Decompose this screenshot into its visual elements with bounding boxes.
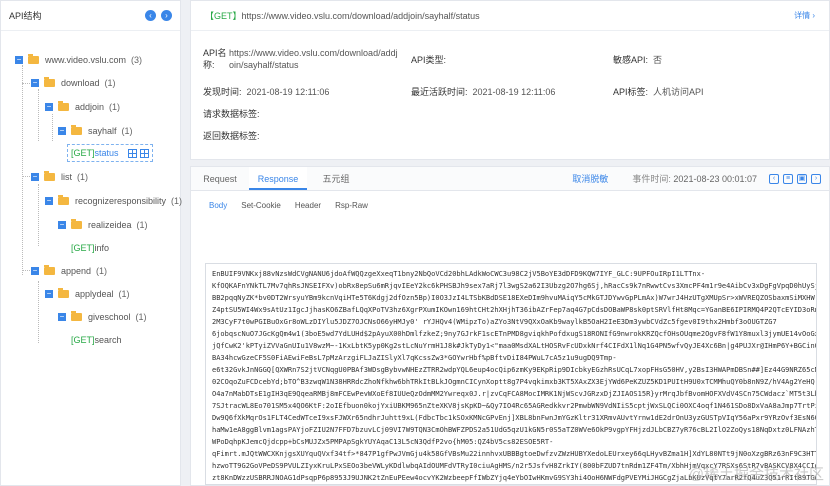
leaf-action-icons bbox=[125, 148, 149, 158]
collapse-toggle-icon[interactable]: − bbox=[45, 103, 53, 111]
collapse-toggle-icon[interactable]: − bbox=[45, 197, 53, 205]
tree-node-sayhalf[interactable]: − sayhalf (1) bbox=[58, 122, 133, 140]
collapse-toggle-icon[interactable]: − bbox=[58, 127, 66, 135]
event-detail-panel: Request Response 五元组 取消脱敏 事件时间: 2021-08-… bbox=[190, 166, 830, 486]
grid-icon[interactable] bbox=[139, 148, 149, 158]
next-icon[interactable]: › bbox=[811, 173, 821, 184]
grid-icon[interactable] bbox=[127, 148, 137, 158]
folder-icon bbox=[58, 288, 69, 298]
event-time: 事件时间: 2021-08-23 00:01:07 bbox=[632, 174, 757, 184]
tree-node-giveschool[interactable]: − giveschool (1) bbox=[58, 308, 147, 326]
copy-icon[interactable]: ▣ bbox=[797, 173, 807, 184]
list-icon[interactable]: ≡ bbox=[783, 173, 793, 184]
subtab-body[interactable]: Body bbox=[209, 201, 227, 210]
api-tag-field: API标签: 人机访问API bbox=[613, 87, 704, 97]
collapse-toggle-icon[interactable]: − bbox=[31, 267, 39, 275]
collapse-toggle-icon[interactable]: − bbox=[31, 79, 39, 87]
body-subtabs: Body Set-Cookie Header Rsp-Raw bbox=[209, 201, 382, 210]
subtab-rsp-raw[interactable]: Rsp-Raw bbox=[335, 201, 368, 210]
tree-node-list[interactable]: − list (1) bbox=[31, 168, 88, 186]
subtab-header[interactable]: Header bbox=[295, 201, 321, 210]
response-data-tag-field: 返回数据标签: bbox=[203, 131, 260, 141]
api-name-field: API名称: https://www.video.vslu.com/downlo… bbox=[203, 48, 398, 70]
tree-node-applydeal[interactable]: − applydeal (1) bbox=[45, 285, 130, 303]
tab-request[interactable]: Request bbox=[191, 167, 249, 190]
response-body-text: EnBUIF9VNKxj88vNzsWdCVgNANU6jdoAfWQQzgeX… bbox=[212, 270, 817, 482]
api-info-panel: 【GET】https://www.video.vslu.com/download… bbox=[190, 0, 830, 160]
sensitive-api-field: 敏感API: 否 bbox=[613, 55, 663, 65]
api-info-header: 【GET】https://www.video.vslu.com/download… bbox=[191, 1, 829, 31]
tree-node-append[interactable]: − append (1) bbox=[31, 262, 107, 280]
response-body-content[interactable]: EnBUIF9VNKxj88vNzsWdCVgNANU6jdoAfWQQzgeX… bbox=[205, 263, 817, 485]
api-structure-panel: API结构 ‹ › − www.video.vslu.com (3) − dow… bbox=[0, 0, 182, 486]
collapse-toggle-icon[interactable]: − bbox=[58, 221, 66, 229]
folder-icon bbox=[44, 265, 55, 275]
api-tree: − www.video.vslu.com (3) − download (1) … bbox=[1, 31, 182, 486]
tree-leaf-status[interactable]: [GET] status bbox=[67, 144, 153, 162]
collapse-toggle-icon[interactable]: − bbox=[45, 290, 53, 298]
prev-icon[interactable]: ‹ bbox=[769, 173, 779, 184]
request-data-tag-field: 请求数据标签: bbox=[203, 109, 260, 119]
watermark: @稀土掘金技术社区 bbox=[688, 466, 824, 483]
collapse-left-icon[interactable]: ‹ bbox=[145, 10, 156, 21]
unmask-button[interactable]: 取消脱敏 bbox=[572, 172, 608, 185]
discover-time-field: 发现时间: 2021-08-19 12:11:06 bbox=[203, 87, 330, 97]
tree-node-addjoin[interactable]: − addjoin (1) bbox=[45, 98, 120, 116]
api-structure-title: API结构 bbox=[9, 11, 42, 21]
tab-five-tuple[interactable]: 五元组 bbox=[307, 167, 365, 190]
folder-icon bbox=[71, 311, 82, 321]
api-structure-header: API结构 ‹ › bbox=[1, 1, 180, 31]
tree-leaf-info[interactable]: [GET] info bbox=[71, 239, 109, 257]
tree-node-realizeidea[interactable]: − realizeidea (1) bbox=[58, 216, 148, 234]
folder-icon bbox=[44, 171, 55, 181]
expand-right-icon[interactable]: › bbox=[161, 10, 172, 21]
folder-icon bbox=[28, 54, 39, 64]
folder-icon bbox=[71, 219, 82, 229]
collapse-toggle-icon[interactable]: − bbox=[58, 313, 66, 321]
tree-leaf-search[interactable]: [GET] search bbox=[71, 331, 122, 349]
tree-node-root[interactable]: − www.video.vslu.com (3) bbox=[15, 51, 142, 69]
collapse-toggle-icon[interactable]: − bbox=[31, 173, 39, 181]
recent-active-field: 最近活跃时间: 2021-08-19 12:11:06 bbox=[411, 87, 556, 97]
folder-icon bbox=[44, 77, 55, 87]
folder-icon bbox=[71, 125, 82, 135]
tab-response[interactable]: Response bbox=[249, 167, 307, 190]
api-type-field: API类型: bbox=[411, 55, 447, 65]
folder-icon bbox=[58, 101, 69, 111]
api-url: 【GET】https://www.video.vslu.com/download… bbox=[205, 11, 480, 21]
folder-icon bbox=[58, 195, 69, 205]
subtab-set-cookie[interactable]: Set-Cookie bbox=[241, 201, 281, 210]
collapse-toggle-icon[interactable]: − bbox=[15, 56, 23, 64]
detail-link[interactable]: 详情 › bbox=[794, 10, 815, 21]
event-tabs: Request Response 五元组 取消脱敏 事件时间: 2021-08-… bbox=[191, 167, 829, 191]
tree-node-download[interactable]: − download (1) bbox=[31, 74, 116, 92]
tree-node-recognizeresponsibility[interactable]: − recognizeresponsibility (1) bbox=[45, 192, 182, 210]
